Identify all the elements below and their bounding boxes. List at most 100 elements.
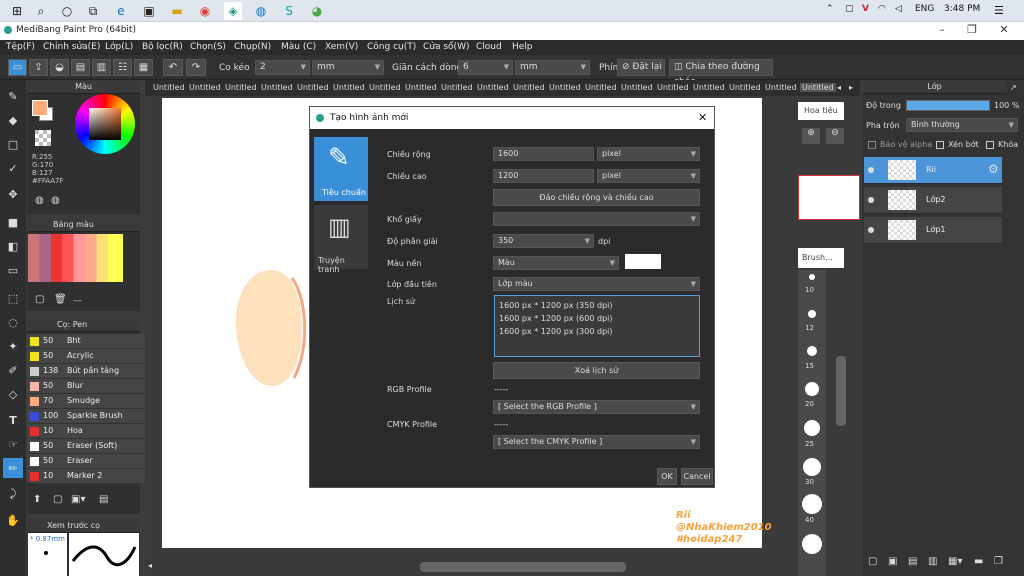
tray-time[interactable]: 3:48 PM — [944, 4, 980, 14]
edge-icon[interactable]: e — [112, 2, 130, 20]
layer-folder-icon[interactable]: ▬ — [974, 556, 983, 567]
tab-untitled[interactable]: Untitled — [765, 83, 797, 92]
hand-tool-icon[interactable]: ✋ — [3, 510, 23, 530]
size-dot[interactable] — [802, 494, 822, 514]
brush-item[interactable]: 50 Acrylic — [27, 349, 155, 364]
clip-checkbox[interactable] — [936, 141, 944, 149]
redo-button[interactable]: ↷ — [186, 59, 206, 76]
add-brush-icon[interactable]: ⬆ — [33, 494, 41, 505]
undo-button[interactable]: ↶ — [163, 59, 183, 76]
blend-select[interactable]: Bình thường ▼ — [906, 118, 1018, 132]
background-color-swatch[interactable] — [625, 254, 661, 269]
menu-cloud[interactable]: Cloud — [476, 42, 502, 52]
store-icon[interactable]: ▣ — [140, 2, 158, 20]
new-1bit-layer-icon[interactable]: ▥ — [928, 556, 937, 567]
canvas-mode-button[interactable]: ▭ — [8, 59, 27, 76]
brush-item[interactable]: 10 Marker 2 — [27, 469, 155, 484]
menu-color[interactable]: Màu (C) — [281, 42, 316, 52]
zoom-out-icon[interactable]: ⊖ — [826, 128, 844, 144]
brush-item[interactable]: 10 Hoa — [27, 424, 155, 439]
layer-item[interactable]: Lớp2 — [864, 187, 1002, 214]
new-halftone-layer-icon[interactable]: ▣ — [888, 556, 897, 567]
tab-untitled[interactable]: Untitled — [657, 83, 689, 92]
clear-history-button[interactable]: Xoá lịch sử — [493, 362, 700, 379]
tab-untitled[interactable]: Untitled — [369, 83, 401, 92]
resolution-select[interactable]: 350 ▼ — [493, 234, 594, 248]
new-palette-icon[interactable]: ▢ — [35, 294, 44, 305]
tab-untitled[interactable]: Untitled — [621, 83, 653, 92]
notification-icon[interactable]: ☰ — [994, 4, 1004, 17]
height-unit-select[interactable]: pixel ▼ — [597, 169, 700, 183]
tab-untitled[interactable]: Untitled — [693, 83, 725, 92]
lock-checkbox[interactable] — [986, 141, 994, 149]
move-tool-icon[interactable]: ✥ — [3, 184, 23, 204]
eraser-tool-icon[interactable]: ◆ — [3, 110, 23, 130]
zoom-in-icon[interactable]: ⊕ — [802, 128, 820, 144]
tray-app-icon[interactable]: ▢ — [845, 4, 854, 14]
menu-help[interactable]: Help — [512, 42, 533, 52]
tab-untitled-active[interactable]: Untitled — [800, 83, 836, 92]
height-input[interactable]: 1200 — [493, 169, 594, 183]
skype-icon[interactable]: S — [280, 2, 298, 20]
cortana-icon[interactable]: ○ — [58, 2, 76, 20]
menu-file[interactable]: Tệp(F) — [6, 42, 35, 52]
layer-item[interactable]: Lớp1 — [864, 217, 1002, 244]
menu-edit[interactable]: Chỉnh sửa(E) — [43, 42, 100, 52]
tab-untitled[interactable]: Untitled — [261, 83, 293, 92]
select-eraser-tool-icon[interactable]: ◇ — [3, 384, 23, 404]
size-dot[interactable] — [805, 382, 819, 396]
layer-duplicate-icon[interactable]: ❐ — [994, 556, 1003, 567]
operation-tool-icon[interactable]: ☞ — [3, 434, 23, 454]
tab-untitled[interactable]: Untitled — [477, 83, 509, 92]
line-spacing-unit-select[interactable]: mm ▼ — [515, 60, 590, 75]
bucket-tool-icon[interactable]: ◧ — [3, 236, 23, 256]
folder-icon[interactable]: ▬ — [168, 2, 186, 20]
cancel-button[interactable]: Cancel — [681, 468, 713, 485]
tab-scroll-right-icon[interactable]: ▸ — [849, 83, 853, 92]
color-history-icon[interactable]: ◍ — [51, 195, 60, 206]
close-window-button[interactable]: ✕ — [990, 23, 1018, 39]
primary-color-swatch[interactable] — [32, 100, 48, 116]
cmyk-profile-select[interactable]: [ Select the CMYK Profile ] ▼ — [493, 435, 700, 449]
tab-untitled[interactable]: Untitled — [297, 83, 329, 92]
layer-visibility-icon[interactable] — [868, 197, 874, 203]
new-8bit-layer-icon[interactable]: ▤ — [908, 556, 917, 567]
protect-alpha-checkbox[interactable] — [868, 141, 876, 149]
select-pen-tool-icon[interactable]: ✐ — [3, 360, 23, 380]
medibang-icon[interactable]: ◈ — [224, 2, 242, 20]
menu-filter[interactable]: Bộ lọc(R) — [142, 42, 183, 52]
opacity-slider[interactable] — [906, 100, 990, 111]
tab-untitled[interactable]: Untitled — [585, 83, 617, 92]
navigator-thumbnail[interactable] — [798, 175, 860, 220]
size-dot[interactable] — [809, 274, 815, 280]
magic-wand-tool-icon[interactable]: ✦ — [3, 336, 23, 356]
brush-size-scrollbar[interactable] — [836, 356, 846, 426]
history-item[interactable]: 1600 px * 1200 px (600 dpi) — [499, 312, 695, 325]
tab-untitled[interactable]: Untitled — [729, 83, 761, 92]
new-layer-icon[interactable]: ▢ — [868, 556, 877, 567]
menu-window[interactable]: Cửa sổ(W) — [423, 42, 469, 52]
menu-select[interactable]: Chọn(S) — [190, 42, 226, 52]
search-icon[interactable]: ⌕ — [32, 2, 50, 20]
stabilizer-unit-select[interactable]: mm ▼ — [312, 60, 384, 75]
wifi-icon[interactable]: ◠ — [878, 4, 886, 14]
dialog-close-icon[interactable]: ✕ — [698, 111, 707, 124]
tray-v-icon[interactable]: V — [862, 4, 869, 14]
tab-untitled[interactable]: Untitled — [405, 83, 437, 92]
scroll-left-icon[interactable]: ◂ — [148, 561, 152, 570]
brush-item[interactable]: 50 Blur — [27, 379, 155, 394]
save-button[interactable]: ▥ — [92, 59, 111, 76]
text-box-button[interactable]: ▤ — [71, 59, 90, 76]
volume-icon[interactable]: ◁ — [895, 4, 902, 14]
brush-item[interactable]: 100 Sparkle Brush — [27, 409, 155, 424]
layer-visibility-icon[interactable] — [868, 167, 874, 173]
comic-template-button[interactable]: ▥ Truyện tranh — [314, 205, 368, 274]
line-spacing-input[interactable]: 6 ▼ — [458, 60, 513, 75]
ok-button[interactable]: OK — [657, 468, 677, 485]
tray-chevron-icon[interactable]: ⌃ — [826, 4, 834, 14]
layer-settings-gear-icon[interactable]: ⚙ — [988, 162, 999, 176]
width-input[interactable]: 1600 — [493, 147, 594, 161]
tab-scroll-left-icon[interactable]: ◂ — [837, 83, 841, 92]
palette-swatches[interactable] — [28, 234, 123, 282]
history-item[interactable]: 1600 px * 1200 px (350 dpi) — [499, 299, 695, 312]
